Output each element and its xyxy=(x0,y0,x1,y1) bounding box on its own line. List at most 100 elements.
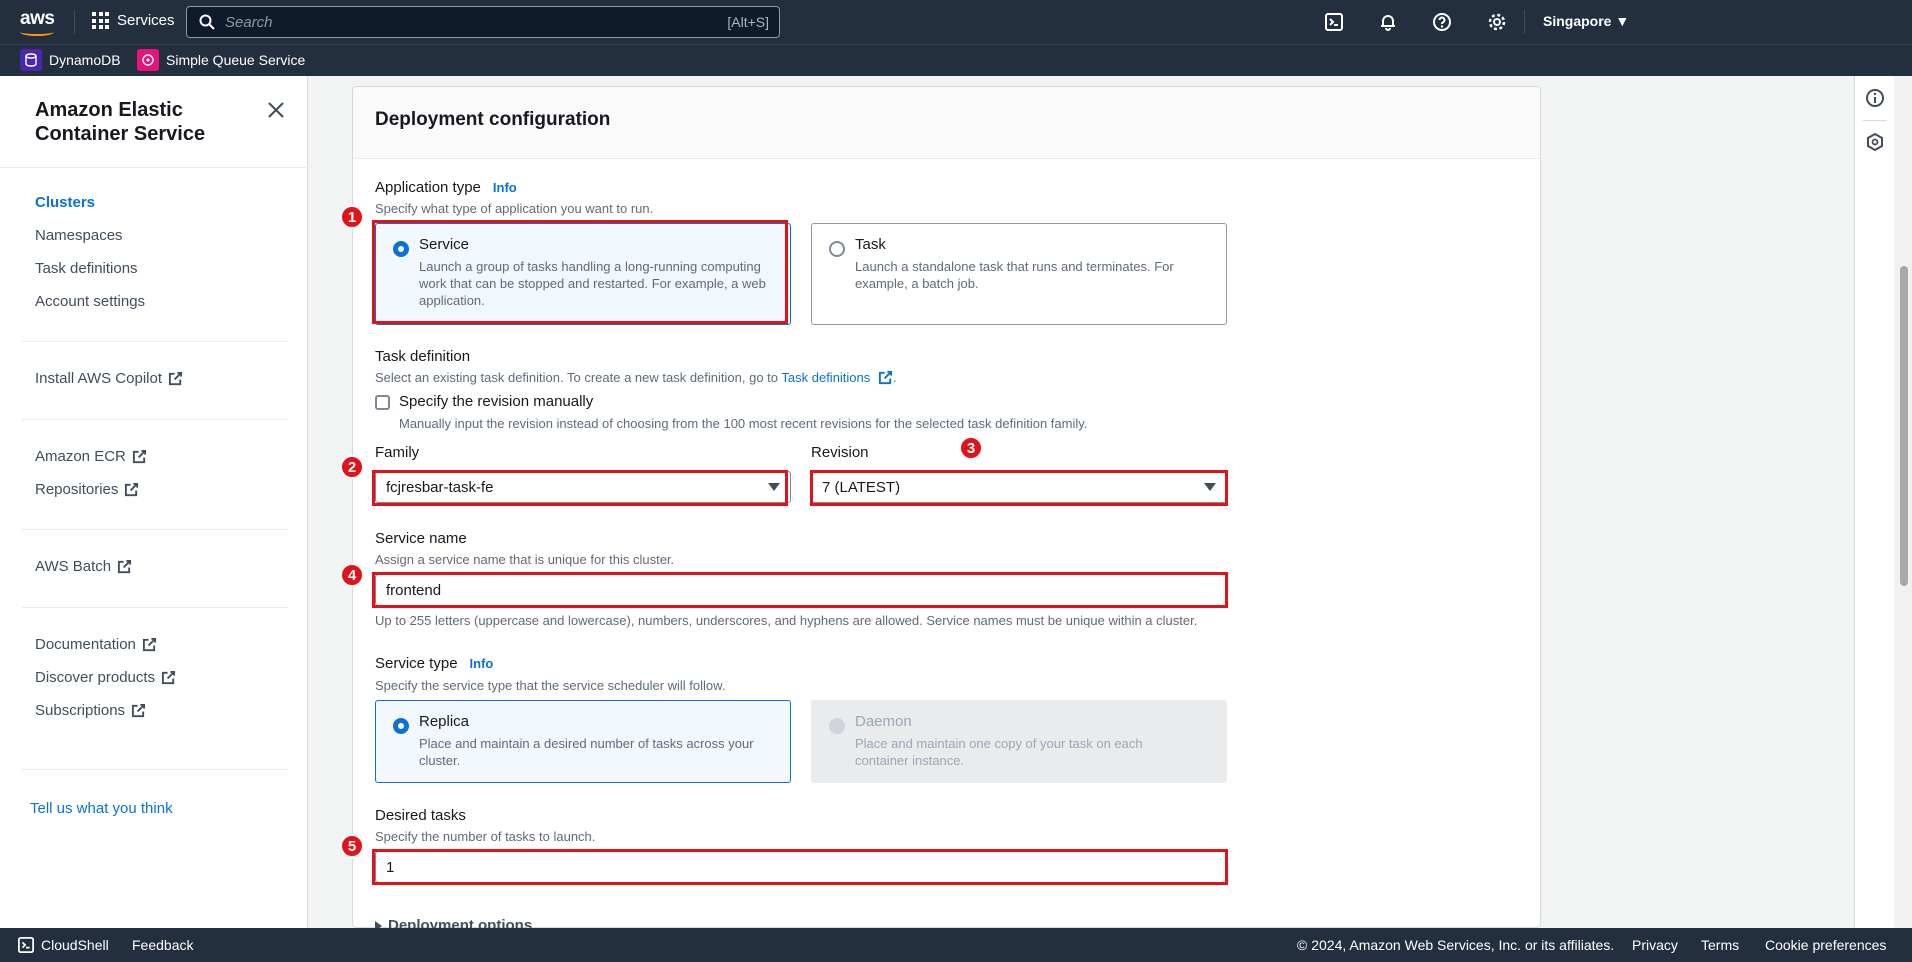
panel-title: Deployment configuration xyxy=(375,109,611,130)
copyright-text: © 2024, Amazon Web Services, Inc. or its… xyxy=(1297,937,1615,953)
bell-icon[interactable] xyxy=(1377,11,1399,33)
close-icon[interactable] xyxy=(266,100,286,120)
search-icon xyxy=(199,14,215,30)
application-type-label: Application type Info xyxy=(375,179,517,196)
label-text: Service type xyxy=(375,655,458,672)
label-text: Application type xyxy=(375,179,481,196)
service-radio[interactable] xyxy=(393,241,409,257)
application-type-task-option[interactable]: Task Launch a standalone task that runs … xyxy=(811,223,1227,325)
caret-down-icon xyxy=(1204,483,1216,491)
hexagon-icon[interactable] xyxy=(1865,132,1885,152)
external-link-icon xyxy=(118,559,132,574)
annotation-marker: 3 xyxy=(959,436,983,460)
sqs-icon xyxy=(137,49,159,71)
link-label: Documentation xyxy=(35,636,136,653)
desired-tasks-description: Specify the number of tasks to launch. xyxy=(375,829,596,844)
cloudshell-button[interactable]: CloudShell xyxy=(18,937,109,953)
service-title: Amazon Elastic Container Service xyxy=(35,99,206,145)
specify-revision-checkbox[interactable] xyxy=(375,395,390,410)
option-description: Place and maintain one copy of your task… xyxy=(855,736,1143,768)
search-input[interactable] xyxy=(225,13,705,31)
task-definition-label: Task definition xyxy=(375,348,471,365)
service-type-daemon-option: Daemon Place and maintain one copy of yo… xyxy=(811,700,1227,783)
external-link-icon xyxy=(878,370,892,385)
external-link-icon xyxy=(125,482,139,497)
info-link[interactable]: Info xyxy=(470,656,494,671)
service-name-input[interactable] xyxy=(375,574,1227,606)
desired-tasks-label: Desired tasks xyxy=(375,807,466,824)
revision-select[interactable]: 7 (LATEST) xyxy=(811,471,1227,503)
link-label: Discover products xyxy=(35,669,156,686)
favorite-dynamodb[interactable]: DynamoDB xyxy=(20,49,121,71)
sidebar-item-documentation[interactable]: Documentation xyxy=(35,636,157,653)
sidebar-item-aws-batch[interactable]: AWS Batch xyxy=(35,558,132,575)
sidebar-item-account-settings[interactable]: Account settings xyxy=(35,293,145,310)
service-name-description: Assign a service name that is unique for… xyxy=(375,552,675,567)
privacy-link[interactable]: Privacy xyxy=(1632,937,1678,953)
annotation-marker: 1 xyxy=(340,205,364,229)
top-navigation: aws Services [Alt+S] Singapore ▼ xyxy=(0,0,1912,44)
revision-label: Revision xyxy=(811,444,869,461)
nav-divider xyxy=(1524,10,1525,34)
sidebar-item-subscriptions[interactable]: Subscriptions xyxy=(35,702,146,719)
family-select[interactable]: fcjresbar-task-fe xyxy=(375,471,791,503)
external-link-icon xyxy=(142,637,156,652)
task-definition-description: Select an existing task definition. To c… xyxy=(375,370,897,385)
search-box[interactable]: [Alt+S] xyxy=(186,6,780,38)
terms-link[interactable]: Terms xyxy=(1701,937,1739,953)
desired-tasks-input[interactable] xyxy=(375,851,1227,883)
replica-radio[interactable] xyxy=(393,718,409,734)
nav-divider xyxy=(74,10,75,34)
sidebar-item-clusters[interactable]: Clusters xyxy=(35,194,95,211)
external-link-icon xyxy=(161,670,176,685)
cloudshell-icon[interactable] xyxy=(1323,11,1345,33)
region-selector[interactable]: Singapore ▼ xyxy=(1543,13,1629,29)
feedback-link[interactable]: Tell us what you think xyxy=(30,800,173,817)
utility-rail xyxy=(1854,76,1894,928)
sidebar-item-repositories[interactable]: Repositories xyxy=(35,481,139,498)
application-type-service-option[interactable]: Service Launch a group of tasks handling… xyxy=(375,223,791,325)
annotation-marker: 2 xyxy=(340,455,364,479)
sidebar-item-amazon-ecr[interactable]: Amazon ECR xyxy=(35,448,147,465)
page-scrollbar[interactable] xyxy=(1896,76,1912,928)
sidebar-item-task-definitions[interactable]: Task definitions xyxy=(35,260,138,277)
gear-icon[interactable] xyxy=(1486,11,1508,33)
help-icon[interactable] xyxy=(1431,11,1453,33)
external-link-icon xyxy=(132,449,146,464)
link-label: Amazon ECR xyxy=(35,448,126,465)
aws-logo[interactable]: aws xyxy=(20,8,55,36)
side-navigation: Amazon Elastic Container Service Cluster… xyxy=(0,76,308,928)
info-icon[interactable] xyxy=(1865,88,1885,108)
external-link-icon xyxy=(168,371,183,386)
service-type-replica-option[interactable]: Replica Place and maintain a desired num… xyxy=(375,700,791,783)
sidebar-item-discover-products[interactable]: Discover products xyxy=(35,669,176,686)
scrollbar-thumb[interactable] xyxy=(1900,266,1908,586)
sidebar-item-install-copilot[interactable]: Install AWS Copilot xyxy=(35,370,183,387)
option-description: Launch a standalone task that runs and t… xyxy=(855,259,1174,291)
application-type-description: Specify what type of application you wan… xyxy=(375,201,654,216)
option-title: Task xyxy=(855,236,886,253)
info-link[interactable]: Info xyxy=(493,180,517,195)
favorite-sqs[interactable]: Simple Queue Service xyxy=(137,49,305,71)
sidebar-item-namespaces[interactable]: Namespaces xyxy=(35,227,123,244)
divider xyxy=(22,419,288,420)
service-name-label: Service name xyxy=(375,530,467,547)
footer: CloudShell Feedback © 2024, Amazon Web S… xyxy=(0,928,1912,962)
services-menu-button[interactable]: Services xyxy=(92,12,175,29)
annotation-marker: 5 xyxy=(340,834,364,858)
specify-revision-label[interactable]: Specify the revision manually xyxy=(399,393,593,410)
divider xyxy=(22,769,288,770)
service-type-description: Specify the service type that the servic… xyxy=(375,678,726,693)
task-radio[interactable] xyxy=(829,241,845,257)
aws-logo-text: aws xyxy=(20,8,55,29)
divider xyxy=(22,529,288,530)
deployment-configuration-panel: Deployment configuration Application typ… xyxy=(352,86,1541,934)
cookie-preferences-link[interactable]: Cookie preferences xyxy=(1765,937,1886,953)
task-definitions-link[interactable]: Task definitions xyxy=(781,370,870,385)
desc-text: Select an existing task definition. To c… xyxy=(375,370,782,385)
feedback-button[interactable]: Feedback xyxy=(132,937,193,953)
desc-suffix: . xyxy=(892,370,897,385)
link-label: Install AWS Copilot xyxy=(35,370,162,387)
family-value: fcjresbar-task-fe xyxy=(386,479,494,496)
link-label: Repositories xyxy=(35,481,119,498)
